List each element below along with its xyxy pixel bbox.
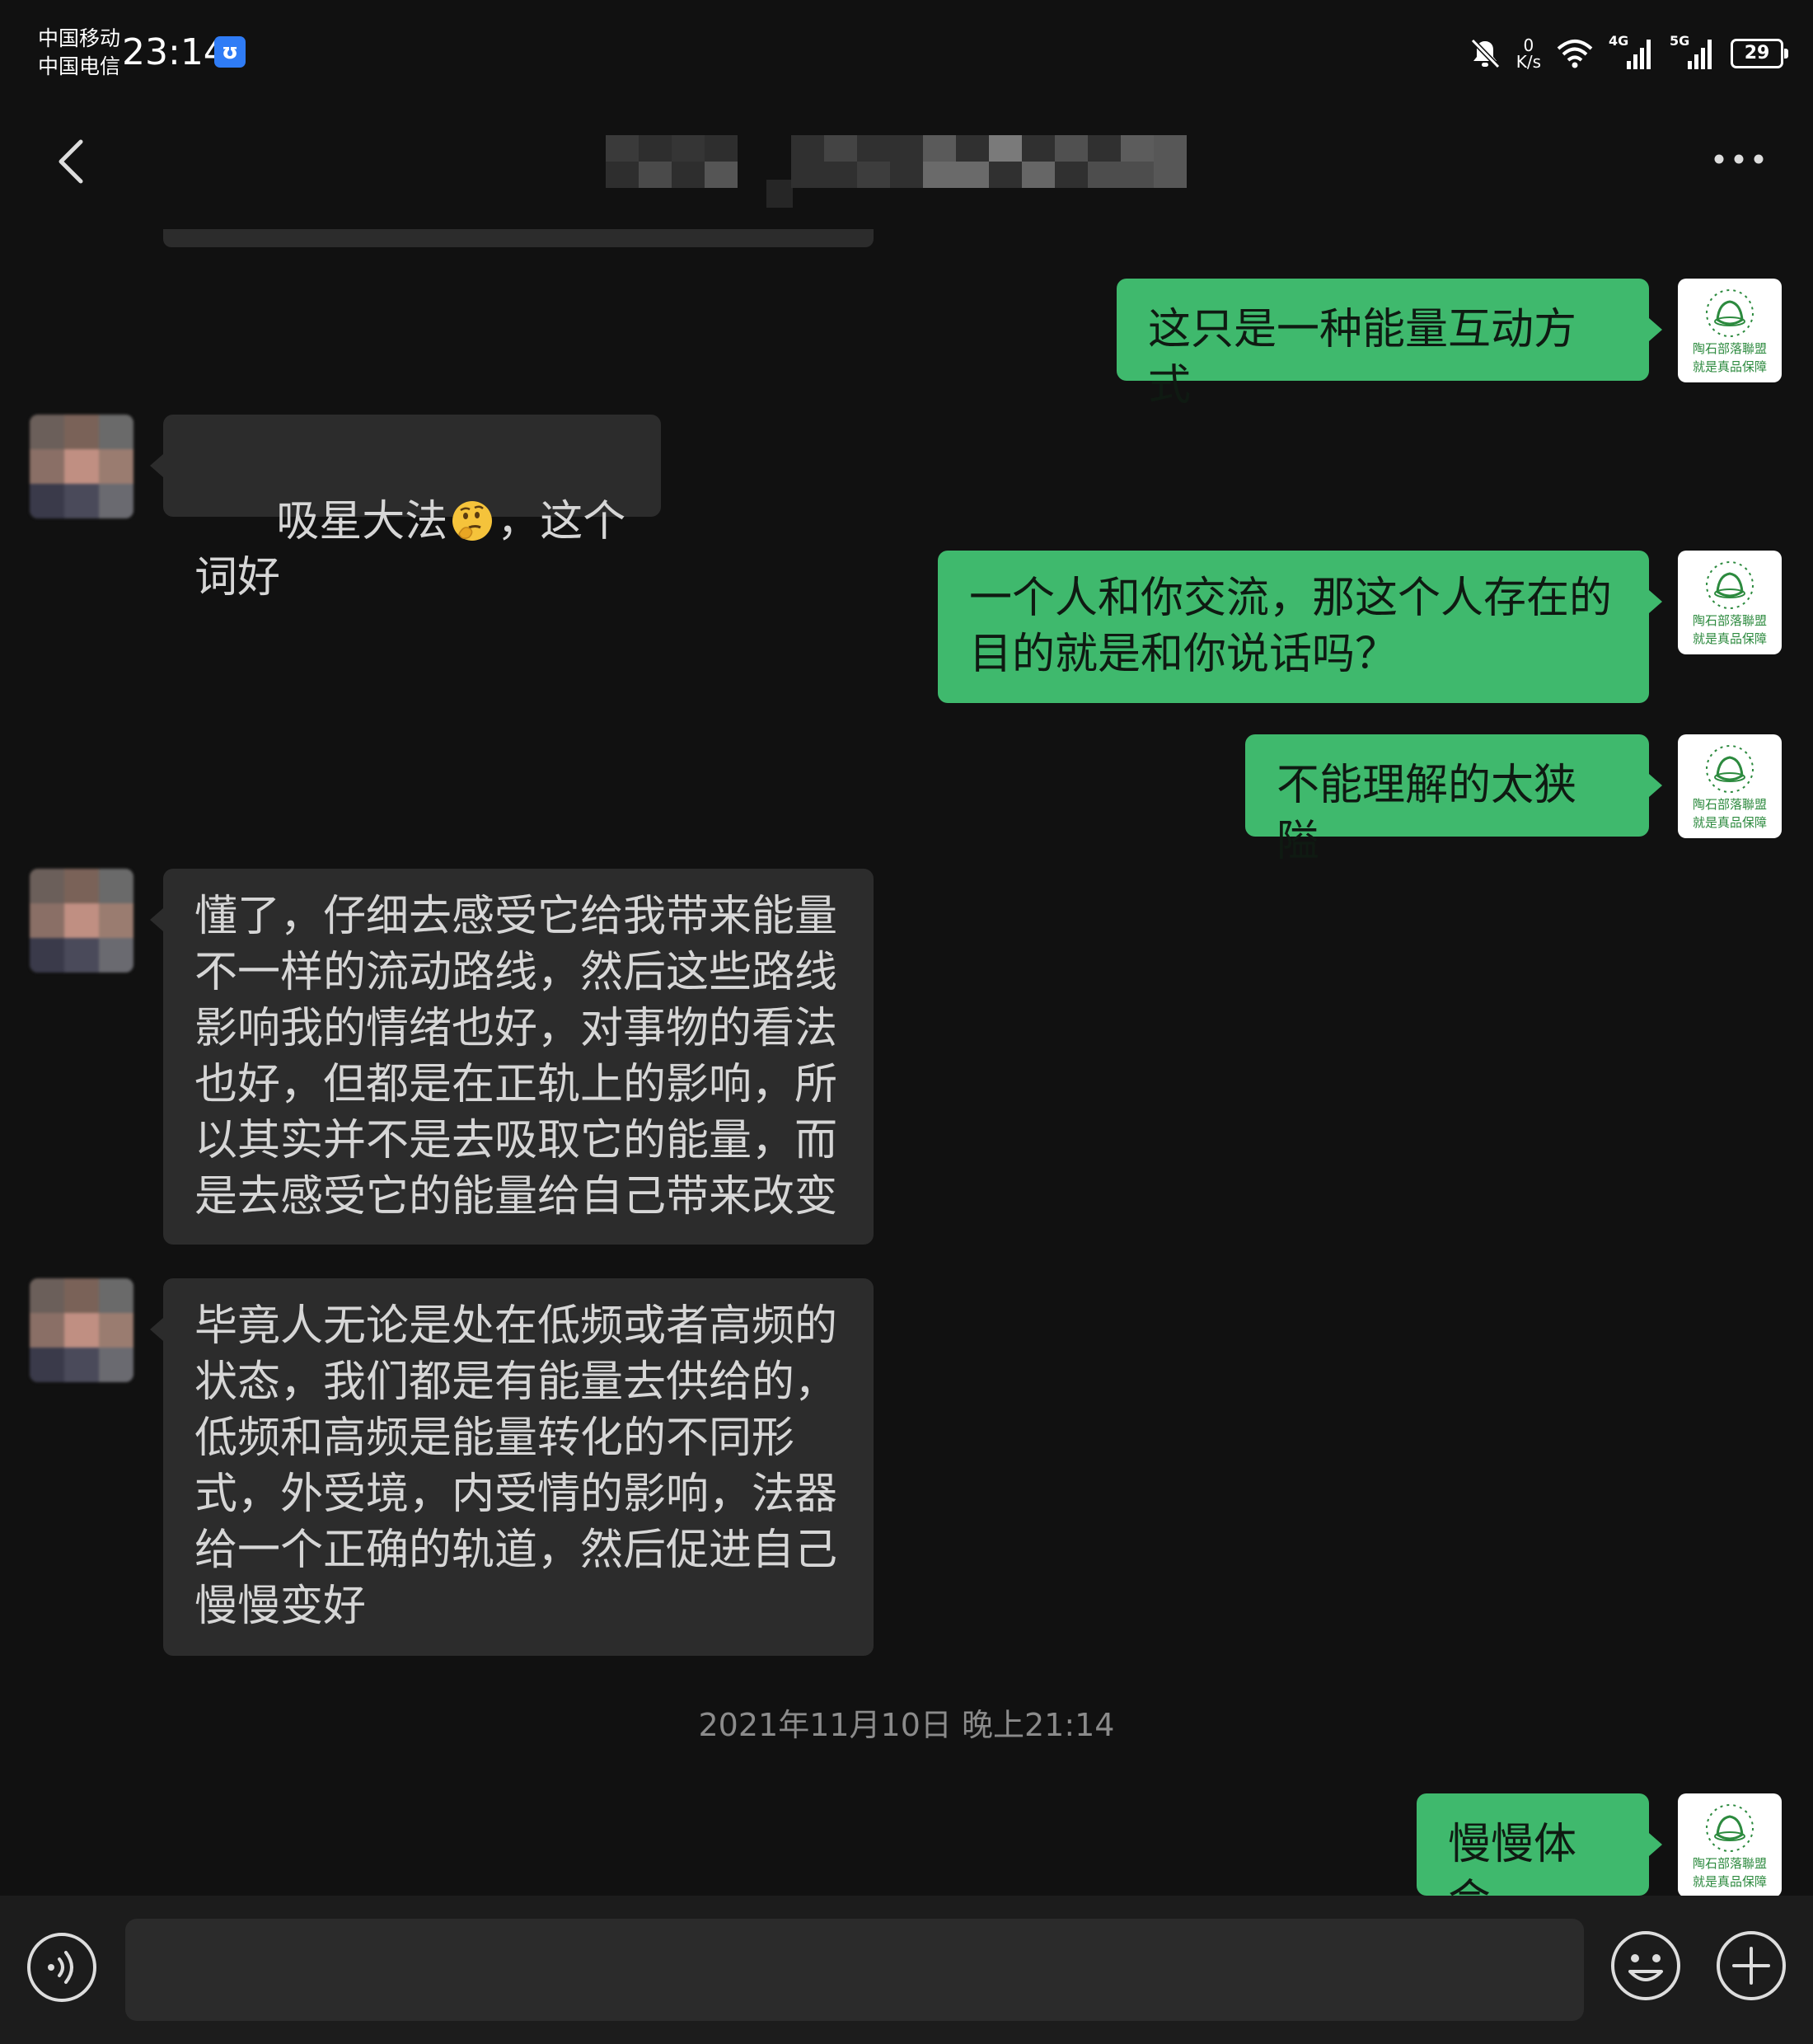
message-outgoing: 这只是一种能量互动方式 陶石部落聯盟 就是真品保障 [0,279,1813,410]
brand-logo-line-1: 陶石部落聯盟 [1693,341,1767,356]
status-indicators: 0 K/s 4G 5G 29 [1469,33,1788,74]
brand-logo-icon: 陶石部落聯盟 就是真品保障 [1693,1804,1767,1889]
brand-logo-line-1: 陶石部落聯盟 [1693,1856,1767,1871]
redacted-chat-title [606,135,1187,208]
brand-logo-icon: 陶石部落聯盟 就是真品保障 [1693,561,1767,646]
net-speed: 0 K/s [1516,37,1541,70]
net-speed-unit: K/s [1516,52,1541,72]
message-timestamp: 2021年11月10日 晚上21:14 [698,1707,1115,1743]
contact-avatar[interactable] [30,415,134,518]
message-text: 吸星大法 [276,497,448,546]
message-bubble[interactable]: 一个人和你交流，那这个人存在的目的就是和你说话吗？ [938,551,1662,703]
message-bubble[interactable]: 这只是一种能量互动方式 [1117,279,1662,410]
message-bubble[interactable]: 毕竟人无论是处在低频或者高频的状态，我们都是有能量去供给的，低频和高频是能量转化… [150,1278,874,1656]
smiley-icon[interactable] [1609,1929,1683,2003]
battery-indicator: 29 [1731,39,1788,68]
message-bubble[interactable]: 懂了，仔细去感受它给我带来能量不一样的流动路线，然后这些路线影响我的情绪也好，对… [150,869,874,1245]
signal-bars-icon [1627,40,1651,69]
brand-logo-line-1: 陶石部落聯盟 [1693,797,1767,812]
message-bubble[interactable]: 慢慢体会 [1417,1793,1662,1925]
message-bubble[interactable]: 不能理解的太狭隘 [1245,734,1662,866]
message-incoming: 毕竟人无论是处在低频或者高频的状态，我们都是有能量去供给的，低频和高频是能量转化… [0,1278,1813,1657]
brand-logo-line-2: 就是真品保障 [1693,631,1767,646]
message-incoming: 吸星大法 ，这个词好 [0,415,1813,602]
carrier-info: 中国移动 中国电信 [38,25,120,81]
blurred-avatar-image [30,869,134,973]
self-avatar[interactable]: 陶石部落聯盟 就是真品保障 [1678,551,1782,654]
self-avatar[interactable]: 陶石部落聯盟 就是真品保障 [1678,279,1782,382]
blurred-avatar-image [30,1278,134,1382]
partial-message-bubble [163,229,874,247]
signal-5g: 5G [1670,33,1716,71]
blurred-avatar-image [30,415,134,518]
message-outgoing: 不能理解的太狭隘 陶石部落聯盟 就是真品保障 [0,734,1813,866]
message-input[interactable] [125,1919,1584,2021]
signal-bars-icon [1688,40,1712,69]
signal-4g: 4G [1609,33,1655,71]
status-time: 23:14 [122,31,227,73]
message-outgoing: 一个人和你交流，那这个人存在的目的就是和你说话吗？ 陶石部落聯盟 就是真品保障 [0,551,1813,707]
brand-logo-line-2: 就是真品保障 [1693,359,1767,374]
chevron-left-icon[interactable] [43,132,101,190]
self-avatar[interactable]: 陶石部落聯盟 就是真品保障 [1678,734,1782,838]
contact-avatar[interactable] [30,1278,134,1382]
chat-header [0,105,1813,229]
carrier-2: 中国电信 [38,54,121,78]
self-avatar[interactable]: 陶石部落聯盟 就是真品保障 [1678,1793,1782,1897]
wifi-icon [1557,40,1593,68]
net-speed-value: 0 [1523,35,1534,55]
thinking-face-emoji [452,501,493,541]
app-notification-icon: ʊ [214,36,246,68]
input-bar [0,1896,1813,2044]
message-outgoing: 慢慢体会 陶石部落聯盟 就是真品保障 [0,1793,1813,1925]
message-incoming: 懂了，仔细去感受它给我带来能量不一样的流动路线，然后这些路线影响我的情绪也好，对… [0,869,1813,1248]
message-bubble[interactable]: 吸星大法 ，这个词好 [150,415,661,602]
brand-logo-line-2: 就是真品保障 [1693,815,1767,830]
brand-logo-icon: 陶石部落聯盟 就是真品保障 [1693,745,1767,830]
carrier-1: 中国移动 [38,26,121,50]
mute-bell-icon [1470,38,1500,69]
voice-icon[interactable] [25,1930,99,2004]
brand-logo-line-1: 陶石部落聯盟 [1693,613,1767,628]
chat-area[interactable]: 这只是一种能量互动方式 陶石部落聯盟 就是真品保障 吸星大法 ，这个词好 一个人… [0,229,1813,1925]
plus-icon[interactable] [1714,1929,1788,2003]
contact-avatar[interactable] [30,869,134,973]
brand-logo-line-2: 就是真品保障 [1693,1874,1767,1889]
brand-logo-icon: 陶石部落聯盟 就是真品保障 [1693,289,1767,374]
status-bar: 中国移动 中国电信 23:14 ʊ 0 K/s 4G 5G 29 [0,0,1813,105]
more-dots-icon[interactable] [1706,138,1772,180]
